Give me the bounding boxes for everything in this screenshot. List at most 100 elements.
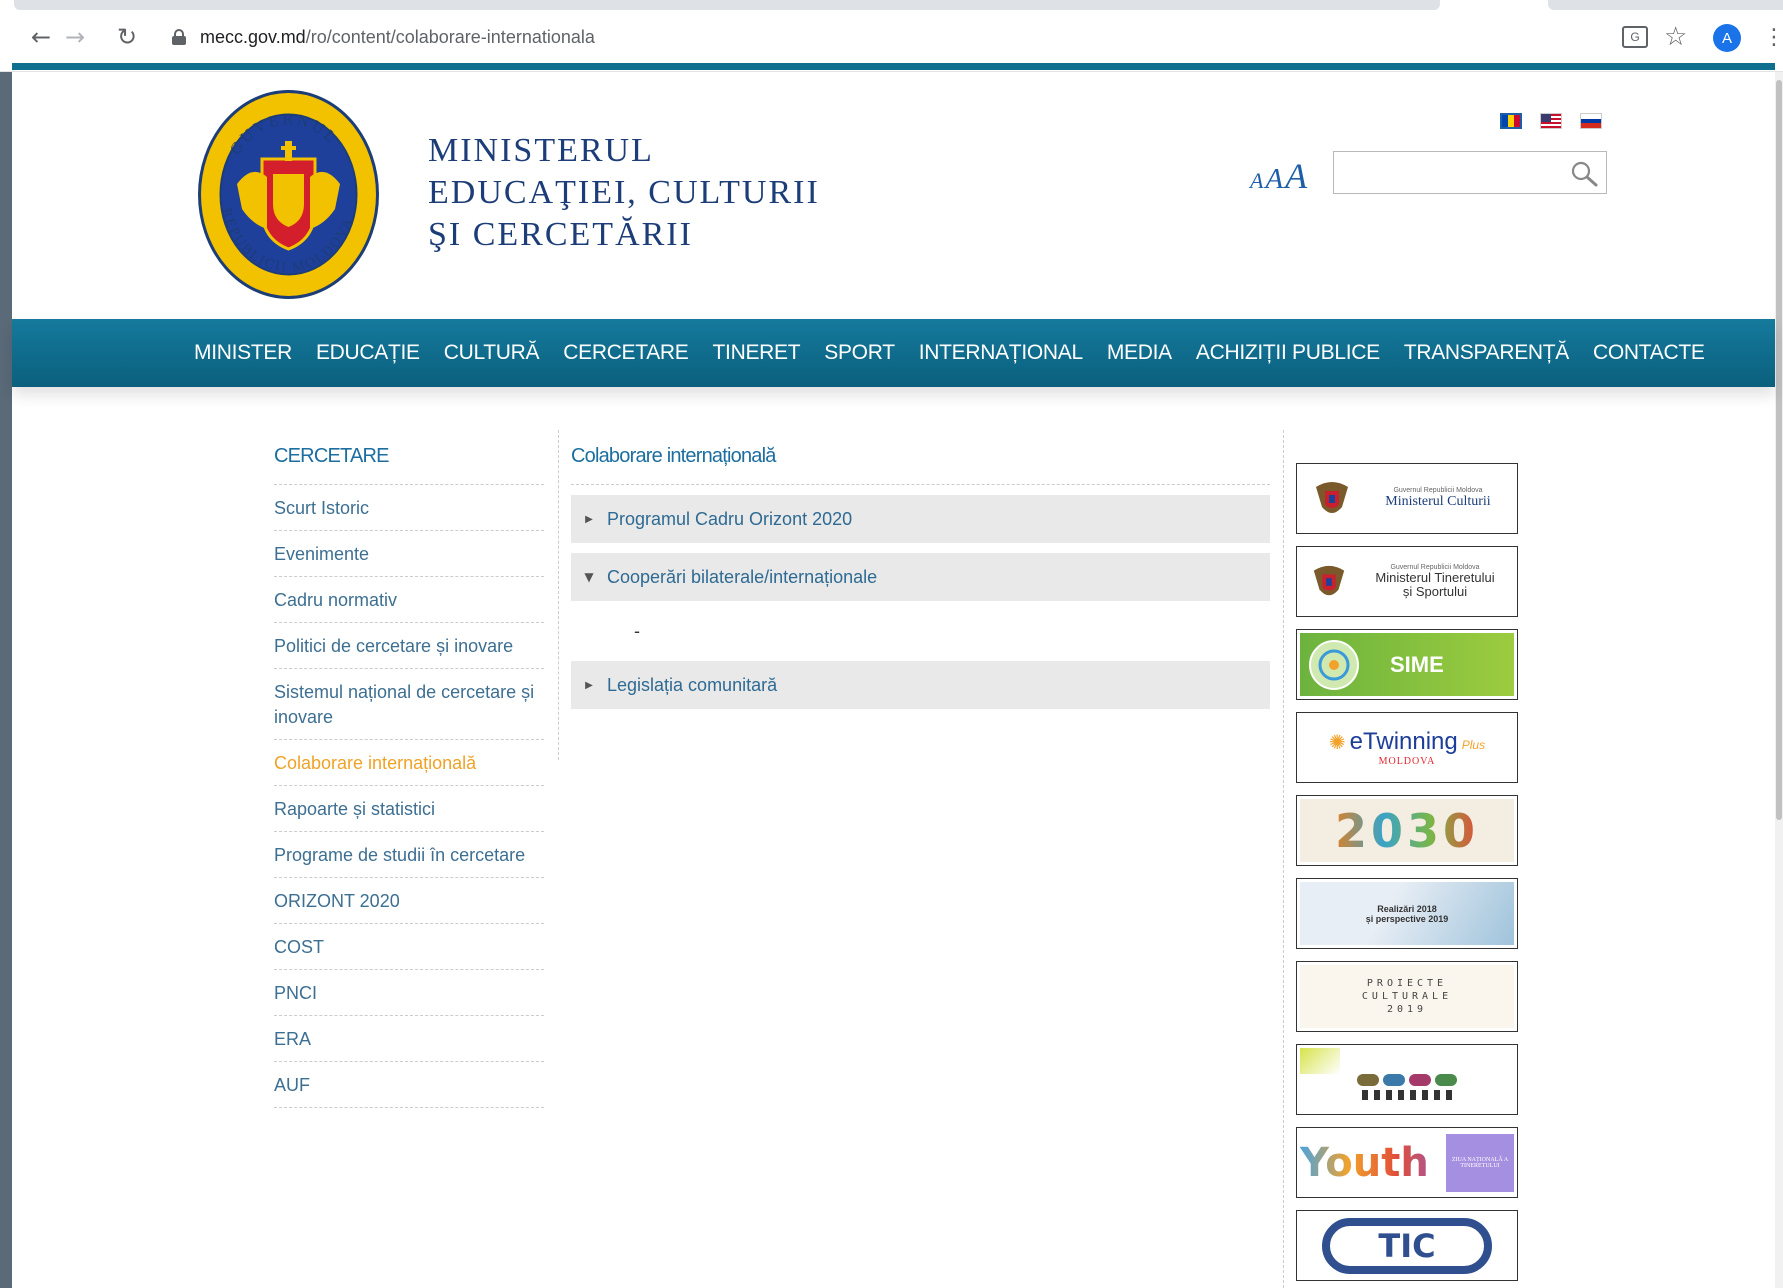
accordion-item-orizont-2020[interactable]: ▶ Programul Cadru Orizont 2020 [571, 495, 1270, 543]
page-title: Colaborare internațională [571, 445, 1270, 485]
banner-title: 2030 [1334, 803, 1480, 858]
banner-line-2: și perspective 2019 [1365, 913, 1449, 924]
accordion-label: Cooperări bilaterale/internaționale [607, 566, 878, 587]
sidebar-item-evenimente[interactable]: Evenimente [274, 531, 544, 577]
language-switcher [1500, 113, 1602, 129]
section-sidebar: CERCETARE Scurt Istoric Evenimente Cadru… [274, 445, 544, 1108]
sidebar-item-colaborare-internationala[interactable]: Colaborare internațională [274, 740, 544, 786]
bookmark-star-icon[interactable]: ☆ [1664, 22, 1687, 52]
banner-tic[interactable]: TIC [1296, 1210, 1518, 1281]
banner-proiecte-culturale[interactable]: PROIECTE CULTURALE 2019 [1296, 961, 1518, 1032]
page-top-bar [12, 63, 1775, 70]
partner-banners: Guvernul Republicii Moldova Ministerul C… [1296, 463, 1518, 1281]
lock-icon [172, 29, 186, 45]
banner-title: Ministerul Culturii [1385, 494, 1491, 509]
forward-arrow-icon[interactable]: → [60, 22, 90, 52]
sidebar-item-sistemul-national[interactable]: Sistemul național de cercetare și inovar… [274, 669, 544, 740]
sidebar-item-programe-studii[interactable]: Programe de studii în cercetare [274, 832, 544, 878]
accordion-item-legislatia[interactable]: ▶ Legislația comunitară [571, 661, 1270, 709]
banner-title: TIC [1322, 1217, 1492, 1274]
tab-strip [14, 0, 1440, 10]
search-icon[interactable] [1570, 160, 1598, 188]
flag-ro-icon[interactable] [1500, 113, 1522, 129]
sidebar-item-politici[interactable]: Politici de cercetare și inovare [274, 623, 544, 669]
banner-title-line-2: și Sportului [1402, 584, 1468, 599]
main-content: Colaborare internațională ▶ Programul Ca… [571, 445, 1270, 709]
sidebar-item-cadru-normativ[interactable]: Cadru normativ [274, 577, 544, 623]
nav-item-cultura[interactable]: CULTURĂ [444, 341, 540, 365]
caret-down-icon: ▼ [584, 570, 594, 584]
sidebar-item-era[interactable]: ERA [274, 1016, 544, 1062]
column-divider [1283, 430, 1284, 1288]
ministry-title[interactable]: MINISTERUL EDUCAŢIEI, CULTURII ŞI CERCET… [428, 130, 820, 256]
banner-2030[interactable]: 2030 [1296, 795, 1518, 866]
avatar[interactable]: A [1713, 24, 1741, 52]
ministry-title-line-3: ŞI CERCETĂRII [428, 216, 693, 253]
accordion-item-cooperari[interactable]: ▼ Cooperări bilaterale/internaționale [571, 553, 1270, 601]
accordion-body: - [634, 621, 640, 641]
nav-item-achizitii-publice[interactable]: ACHIZIȚII PUBLICE [1196, 341, 1380, 365]
etwinning-star-icon: ✺ [1328, 730, 1346, 754]
banner-title-line-1: Ministerul Tineretului [1375, 570, 1495, 585]
sidebar-item-auf[interactable]: AUF [274, 1062, 544, 1108]
sidebar-item-rapoarte[interactable]: Rapoarte și statistici [274, 786, 544, 832]
scrollbar-thumb[interactable] [1776, 80, 1782, 820]
sidebar-heading[interactable]: CERCETARE [274, 445, 544, 485]
flag-ru-icon[interactable] [1580, 113, 1602, 129]
banner-title: eTwinning [1349, 728, 1458, 755]
banner-ministerul-culturii[interactable]: Guvernul Republicii Moldova Ministerul C… [1296, 463, 1518, 534]
nav-item-contacte[interactable]: CONTACTE [1593, 341, 1705, 365]
government-emblem-logo[interactable]: GUVERNUL REPUBLICII MOLDOVA [197, 89, 380, 300]
font-size-switcher: A A A [1250, 155, 1307, 197]
banner-program-tineret[interactable] [1296, 1044, 1518, 1115]
nav-item-minister[interactable]: MINISTER [194, 341, 292, 365]
font-size-small[interactable]: A [1250, 168, 1263, 194]
nav-item-sport[interactable]: SPORT [824, 341, 895, 365]
banner-line-3: 2019 [1386, 1004, 1428, 1015]
search-input[interactable] [1333, 151, 1607, 194]
font-size-large[interactable]: A [1285, 155, 1307, 197]
coat-of-arms-icon [1313, 565, 1345, 595]
banner-plus: Plus [1461, 738, 1486, 752]
ministry-title-line-2: EDUCAŢIEI, CULTURII [428, 174, 820, 211]
nav-item-cercetare[interactable]: CERCETARE [563, 341, 689, 365]
font-size-medium[interactable]: A [1265, 163, 1283, 196]
accordion-label: Programul Cadru Orizont 2020 [607, 508, 853, 529]
nav-item-educatie[interactable]: EDUCAȚIE [316, 341, 420, 365]
kebab-menu-icon[interactable]: ⋮ [1763, 22, 1783, 52]
banner-title: SIME [1390, 651, 1444, 677]
banner-subtitle: MOLDOVA [1378, 756, 1436, 767]
banner-realizari[interactable]: Realizări 2018 și perspective 2019 [1296, 878, 1518, 949]
sidebar-item-cost[interactable]: COST [274, 924, 544, 970]
banner-side-text: ZIUA NAȚIONALĂ A TINERETULUI [1446, 1133, 1514, 1192]
back-arrow-icon[interactable]: ← [26, 22, 56, 52]
accordion-label: Legislația comunitară [607, 674, 778, 695]
nav-item-transparenta[interactable]: TRANSPARENȚĂ [1404, 341, 1570, 365]
banner-etwinning[interactable]: ✺ eTwinning Plus MOLDOVA [1296, 712, 1518, 783]
url-text[interactable]: mecc.gov.md/ro/content/colaborare-intern… [200, 27, 595, 48]
url-path: /ro/content/colaborare-internationala [305, 26, 595, 47]
nav-item-media[interactable]: MEDIA [1107, 341, 1172, 365]
nav-item-international[interactable]: INTERNAȚIONAL [919, 341, 1083, 365]
sidebar-item-pnci[interactable]: PNCI [274, 970, 544, 1016]
globe-icon [1309, 639, 1359, 690]
banner-line-1: Realizări 2018 [1377, 903, 1437, 914]
translate-icon[interactable]: G [1622, 26, 1648, 48]
sidebar-item-scurt-istoric[interactable]: Scurt Istoric [274, 485, 544, 531]
sidebar-item-orizont-2020[interactable]: ORIZONT 2020 [274, 878, 544, 924]
ministry-title-line-1: MINISTERUL [428, 132, 654, 169]
caret-right-icon: ▶ [585, 679, 593, 691]
banner-line-1: PROIECTE [1366, 978, 1448, 989]
nav-item-tineret[interactable]: TINERET [713, 341, 801, 365]
browser-toolbar: ← → ↻ mecc.gov.md/ro/content/colaborare-… [0, 0, 1783, 72]
flag-en-icon[interactable] [1540, 113, 1562, 129]
banner-ministerul-tineretului[interactable]: Guvernul Republicii Moldova Ministerul T… [1296, 546, 1518, 617]
tab-strip-right [1548, 0, 1783, 10]
address-bar[interactable]: mecc.gov.md/ro/content/colaborare-intern… [158, 18, 1608, 56]
caret-right-icon: ▶ [585, 513, 593, 525]
banner-youth[interactable]: Youth ZIUA NAȚIONALĂ A TINERETULUI [1296, 1127, 1518, 1198]
coat-of-arms-icon [1316, 481, 1348, 513]
banner-sime[interactable]: SIME [1296, 629, 1518, 700]
banner-caption: Guvernul Republicii Moldova [1393, 487, 1483, 494]
reload-icon[interactable]: ↻ [112, 22, 142, 52]
